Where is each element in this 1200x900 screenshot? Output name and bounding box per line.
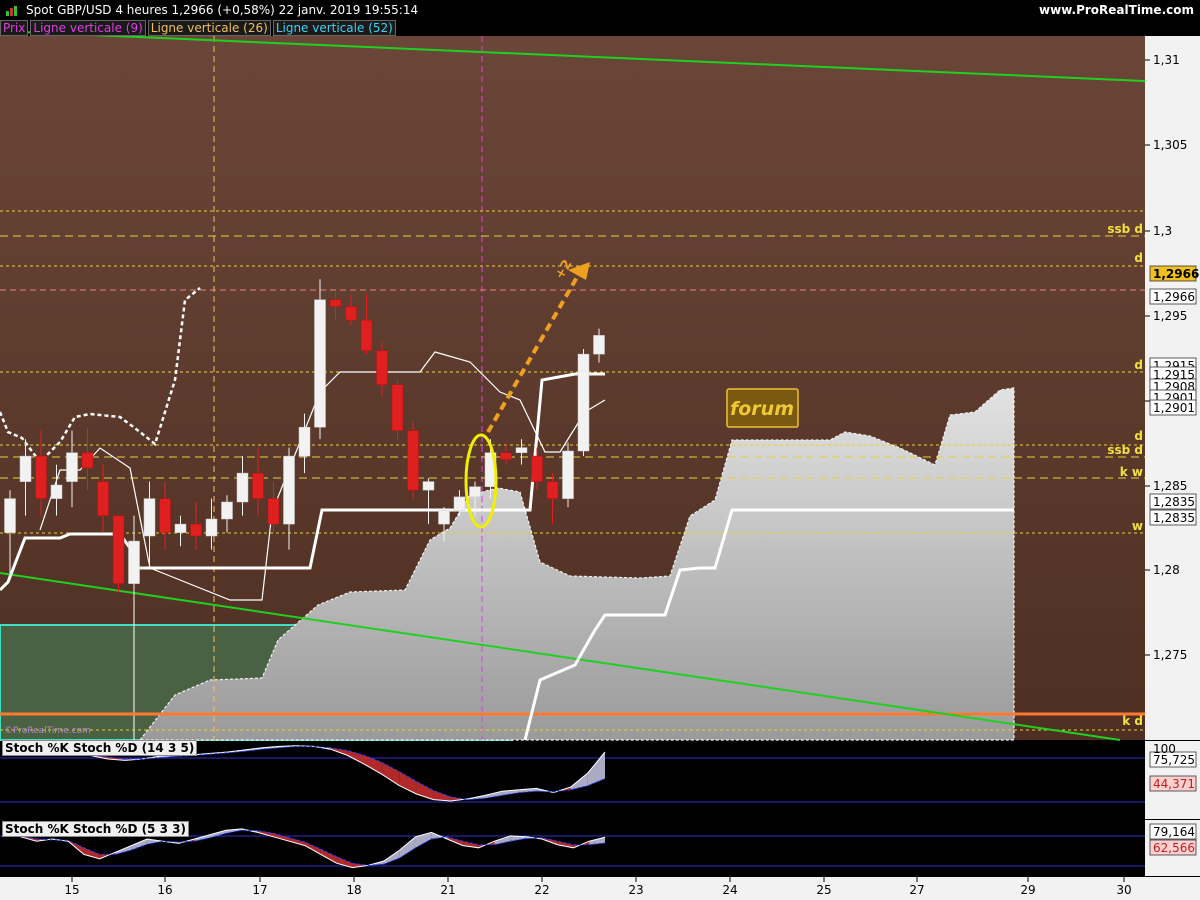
stoch-value-label: 44,371	[1153, 777, 1195, 791]
level-label: d	[1134, 358, 1143, 372]
candle-body	[4, 498, 16, 533]
candle-body	[531, 455, 543, 482]
y-tick-label: 1,275	[1153, 648, 1187, 662]
candle-body	[190, 523, 202, 537]
legend-vline-52[interactable]: Ligne verticale (52)	[272, 20, 396, 36]
level-label: ssb d	[1107, 443, 1143, 457]
level-label: k w	[1120, 465, 1143, 479]
stoch2-legend: Stoch %K Stoch %D (5 3 3)	[2, 821, 191, 837]
candle-body	[19, 455, 32, 482]
x-tick-label: 18	[346, 883, 361, 897]
forum-label: forum	[730, 398, 794, 420]
x-tick-label: 17	[252, 883, 267, 897]
candle-body	[66, 452, 78, 482]
candle-body	[577, 353, 590, 452]
candle-body	[283, 455, 295, 525]
level-label: d	[1134, 429, 1143, 443]
stoch1-legend: Stoch %K Stoch %D (14 3 5)	[2, 740, 199, 756]
candle-body	[50, 484, 63, 499]
chart-canvas: +2forumssb ddddssb dk wwk d 1,311,3051,3…	[0, 30, 1200, 900]
price-label: 1,2901	[1153, 401, 1195, 415]
candle-body	[128, 540, 140, 584]
y-tick-label: 1,31	[1153, 53, 1180, 67]
y-tick-label: 1,3	[1153, 224, 1172, 238]
legend-prix[interactable]: Prix	[0, 20, 29, 36]
site-url[interactable]: www.ProRealTime.com	[1039, 0, 1194, 20]
candle-body	[267, 498, 280, 525]
price-label: 1,2966	[1153, 267, 1199, 281]
watermark: ©ProRealTime.com	[4, 726, 91, 736]
candle-body	[205, 518, 218, 537]
candle-body	[515, 447, 528, 453]
candle-body	[500, 452, 512, 460]
candle-body	[391, 384, 404, 431]
level-label: ssb d	[1107, 222, 1143, 236]
x-tick-label: 21	[440, 883, 455, 897]
y-tick-label: 1,285	[1153, 479, 1187, 493]
candle-body	[35, 455, 47, 499]
legend-vline-9[interactable]: Ligne verticale (9)	[30, 20, 146, 36]
chart-header: Spot GBP/USD 4 heures 1,2966 (+0,58%) 22…	[0, 0, 1200, 20]
x-tick-label: 29	[1020, 883, 1035, 897]
y-tick-label: 1,28	[1153, 563, 1180, 577]
price-label: 1,2966	[1153, 290, 1195, 304]
candle-body	[143, 498, 156, 537]
indicator-legend: Prix Ligne verticale (9) Ligne verticale (…	[0, 20, 398, 36]
x-tick-label: 27	[909, 883, 924, 897]
x-tick-label: 16	[157, 883, 172, 897]
candle-body	[314, 299, 326, 428]
candle-body	[438, 510, 450, 525]
x-tick-label: 15	[64, 883, 79, 897]
candle-body	[360, 319, 373, 351]
stoch-y-tick: 100	[1153, 742, 1176, 756]
level-label: w	[1132, 519, 1143, 533]
stoch2-title[interactable]: Stoch %K Stoch %D (5 3 3)	[2, 821, 189, 837]
x-tick-label: 25	[816, 883, 831, 897]
candle-body	[562, 450, 574, 499]
level-label: d	[1134, 251, 1143, 265]
candle-body	[112, 515, 125, 584]
x-tick-label: 22	[534, 883, 549, 897]
candle-body	[453, 496, 466, 511]
candle-body	[469, 486, 481, 498]
candle-body	[159, 498, 171, 533]
candle-body	[376, 350, 388, 385]
price-label: 1,2835	[1153, 495, 1195, 509]
candle-body	[407, 430, 419, 491]
price-label: 1,2835	[1153, 511, 1195, 525]
candle-body	[221, 501, 233, 520]
y-tick-label: 1,305	[1153, 138, 1187, 152]
stoch1-title[interactable]: Stoch %K Stoch %D (14 3 5)	[2, 740, 198, 756]
candle-body	[329, 299, 342, 307]
legend-vline-26[interactable]: Ligne verticale (26)	[147, 20, 271, 36]
candle-body	[422, 481, 435, 491]
candle-body	[236, 472, 249, 503]
candle-body	[252, 472, 264, 499]
candle-body	[345, 306, 357, 321]
candle-body	[546, 481, 559, 499]
candle-body	[81, 452, 94, 469]
stoch-value-label: 79,164	[1153, 825, 1195, 839]
chart-title: Spot GBP/USD 4 heures 1,2966 (+0,58%) 22…	[26, 3, 419, 17]
y-tick-label: 1,295	[1153, 309, 1187, 323]
candle-body	[593, 335, 605, 355]
x-tick-label: 30	[1116, 883, 1131, 897]
candle-body	[174, 523, 187, 533]
candle-body	[298, 426, 311, 457]
x-tick-label: 24	[722, 883, 737, 897]
level-label: k d	[1122, 714, 1143, 728]
stoch-value-label: 62,566	[1153, 841, 1195, 855]
x-tick-label: 23	[628, 883, 643, 897]
prorealtime-logo-icon	[6, 6, 18, 16]
candle-body	[97, 481, 109, 516]
